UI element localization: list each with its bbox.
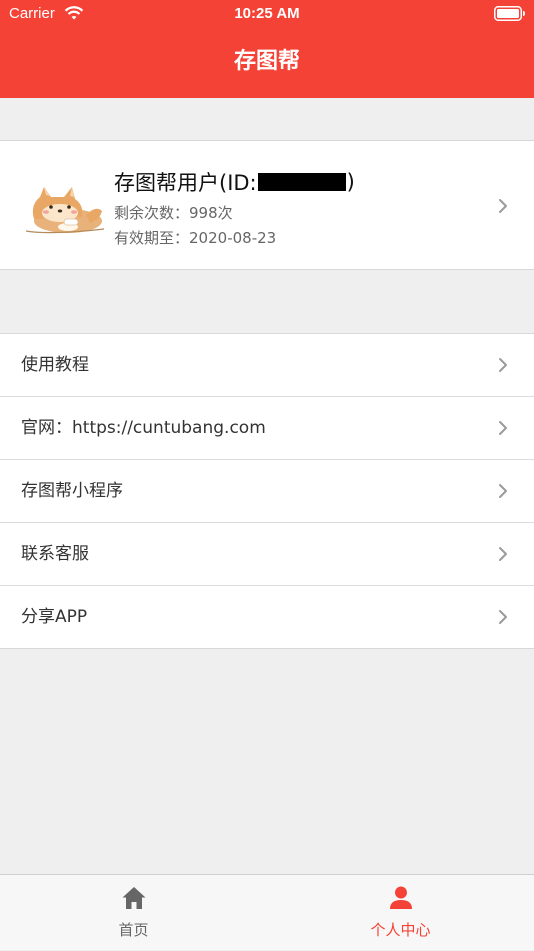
tab-profile[interactable]: 个人中心 (267, 875, 534, 951)
menu-item-share-app[interactable]: 分享APP (0, 586, 534, 648)
menu-item-label: 官网：https://cuntubang.com (21, 418, 266, 438)
menu-item-label: 使用教程 (21, 355, 89, 375)
avatar (25, 187, 105, 234)
chevron-right-icon (499, 199, 507, 213)
remaining-count: 剩余次数：998次 (114, 202, 233, 223)
chevron-right-icon (499, 358, 507, 372)
status-bar: Carrier 10:25 AM (0, 0, 534, 28)
chevron-right-icon (499, 484, 507, 498)
status-time: 10:25 AM (234, 5, 300, 22)
profile-card[interactable]: 存图帮用户(ID: ) 剩余次数：998次 有效期至：2020-08-23 (0, 140, 534, 270)
tab-home[interactable]: 首页 (0, 875, 267, 951)
tab-bar: 首页 个人中心 (0, 874, 534, 950)
remaining-value: 998次 (189, 204, 233, 222)
tab-label: 首页 (118, 921, 149, 939)
profile-name-suffix: ) (346, 170, 355, 194)
menu-item-label: 存图帮小程序 (21, 481, 123, 501)
menu-item-label: 联系客服 (21, 544, 89, 564)
home-icon (122, 887, 146, 909)
menu-item-tutorial[interactable]: 使用教程 (0, 334, 534, 397)
menu-item-website[interactable]: 官网：https://cuntubang.com (0, 397, 534, 460)
user-icon (390, 886, 412, 909)
profile-name-prefix: 存图帮用户(ID: (114, 171, 257, 195)
battery-icon (494, 6, 525, 21)
expiry-date: 有效期至：2020-08-23 (114, 227, 276, 248)
tab-label: 个人中心 (370, 921, 431, 939)
menu-item-contact-support[interactable]: 联系客服 (0, 523, 534, 586)
app-header: Carrier 10:25 AM 存图帮 (0, 0, 534, 98)
chevron-right-icon (499, 547, 507, 561)
redacted-user-id (257, 173, 346, 191)
expiry-value: 2020-08-23 (189, 229, 277, 247)
settings-menu: 使用教程 官网：https://cuntubang.com 存图帮小程序 联系客… (0, 333, 534, 649)
chevron-right-icon (499, 610, 507, 624)
expiry-label: 有效期至： (114, 229, 190, 247)
remaining-label: 剩余次数： (114, 204, 190, 222)
chevron-right-icon (499, 421, 507, 435)
menu-item-label: 分享APP (21, 607, 88, 627)
menu-item-mini-program[interactable]: 存图帮小程序 (0, 460, 534, 523)
profile-name: 存图帮用户(ID: ) (114, 167, 355, 197)
page-title: 存图帮 (233, 49, 300, 74)
